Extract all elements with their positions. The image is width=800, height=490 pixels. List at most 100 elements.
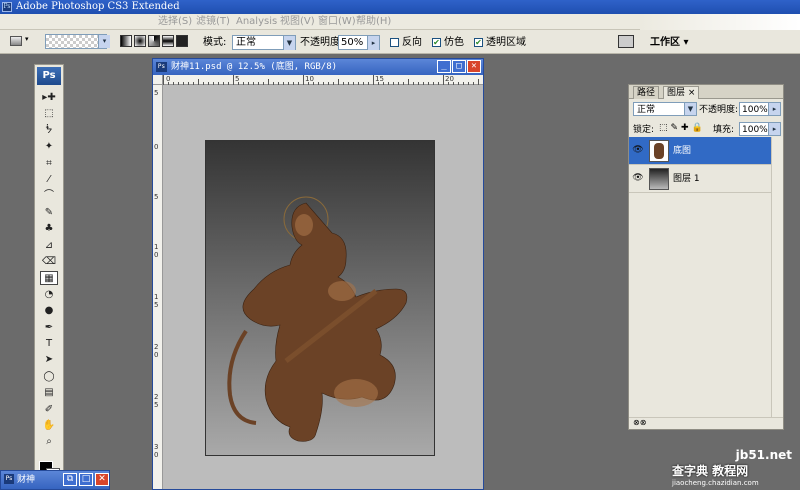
tool-icon[interactable]: ✎ <box>40 206 58 220</box>
canvas-image[interactable] <box>205 140 435 456</box>
ps-badge: Ps <box>37 67 61 85</box>
blend-mode-select[interactable]: 正常 ▼ <box>633 102 697 116</box>
menu-analysis[interactable]: Analysis <box>236 15 277 29</box>
gradient-picker-arrow-icon[interactable]: ▾ <box>98 35 110 48</box>
tool-icon[interactable]: ⬚ <box>40 107 58 121</box>
tool-icon[interactable]: ⌕ <box>40 435 58 449</box>
ruler-left-label: 5 <box>154 89 159 97</box>
ruler-left-label: 3 0 <box>154 443 159 459</box>
tool-icon[interactable]: ➤ <box>40 353 58 367</box>
tool-icon[interactable]: T <box>40 337 58 351</box>
radial-gradient-icon[interactable] <box>134 35 146 47</box>
tool-icon[interactable]: ⌫ <box>40 255 58 269</box>
photoshop-app-icon: Ps <box>2 2 12 12</box>
lock-label: 锁定: <box>633 125 655 135</box>
maximize-icon[interactable]: □ <box>79 473 93 486</box>
fill-label: 填充: <box>713 125 735 135</box>
tool-icon[interactable]: ⌒ <box>40 189 58 203</box>
tool-icon[interactable]: ✐ <box>40 403 58 417</box>
transparency-label: 透明区域 <box>486 37 526 48</box>
dither-checkbox[interactable]: ✔ <box>432 38 441 47</box>
fill-field[interactable]: 100% ▸ <box>739 122 781 136</box>
watermark-brand: 查字典 教程网 <box>672 464 749 478</box>
menu-select[interactable]: 选择(S) <box>158 15 192 29</box>
layer-opacity-field[interactable]: 100% ▸ <box>739 102 781 116</box>
tool-icon[interactable]: ᖭ <box>40 124 58 138</box>
lock-icons[interactable]: ⬚✎✚🔒 <box>659 123 706 133</box>
reflected-gradient-icon[interactable] <box>162 35 174 47</box>
menu-help[interactable]: 帮助(H) <box>356 15 391 29</box>
ruler-left-label: 1 0 <box>154 243 159 259</box>
close-icon[interactable]: ✕ <box>95 473 109 486</box>
close-icon[interactable]: ✕ <box>467 60 481 73</box>
tool-icon[interactable]: ◯ <box>40 370 58 384</box>
layers-scrollbar[interactable] <box>771 137 783 417</box>
minimize-icon[interactable]: _ <box>437 60 451 73</box>
tool-icon[interactable]: ⁄ <box>40 173 58 187</box>
opacity-field-value: 50% <box>341 37 364 48</box>
linear-gradient-icon[interactable] <box>120 35 132 47</box>
maximize-icon[interactable]: □ <box>452 60 466 73</box>
diamond-gradient-icon[interactable] <box>176 35 188 47</box>
layer-row-1[interactable]: 👁 图层 1 <box>629 165 771 193</box>
ruler-top-label: 15 <box>375 75 384 83</box>
ruler-left-label: 0 <box>154 143 159 151</box>
layer-name: 底图 <box>673 146 692 156</box>
ruler-top-label: 5 <box>235 75 240 83</box>
menu-view[interactable]: 视图(V) <box>280 15 315 29</box>
chevron-right-icon: ▸ <box>367 36 379 50</box>
document-title-bar[interactable]: Ps 财神11.psd @ 12.5% (底图, RGB/8) _ □ ✕ <box>153 59 483 75</box>
menu-window[interactable]: 窗口(W) <box>318 15 356 29</box>
ps-document-icon: Ps <box>156 62 167 72</box>
tool-icon[interactable]: ⌗ <box>40 157 58 171</box>
chevron-right-icon: ▸ <box>768 103 780 115</box>
layer-thumbnail <box>649 168 669 190</box>
palette-well-icon[interactable] <box>618 35 634 48</box>
watermark-site: jb51.net <box>735 448 792 462</box>
panel-tabs: 路径 图层 × <box>629 85 783 99</box>
mode-select[interactable]: 正常 ▼ <box>232 35 296 50</box>
minimized-document-window[interactable]: Ps 财神 ⧉ □ ✕ <box>0 470 110 490</box>
tool-icon[interactable]: ✒ <box>40 321 58 335</box>
menu-bar-fade <box>640 14 800 30</box>
tool-icon[interactable]: ▤ <box>40 386 58 400</box>
tool-icon[interactable]: ● <box>40 304 58 318</box>
workspace-menu[interactable]: 工作区 ▾ <box>650 37 689 49</box>
chevron-right-icon: ▸ <box>768 123 780 135</box>
canvas-pasteboard[interactable] <box>163 85 483 489</box>
menu-filter[interactable]: 滤镜(T) <box>196 15 230 29</box>
tab-layers[interactable]: 图层 × <box>663 86 700 99</box>
layer-thumbnail <box>649 140 669 162</box>
ps-document-icon: Ps <box>4 474 14 484</box>
tab-paths[interactable]: 路径 <box>633 86 660 99</box>
eye-icon[interactable]: 👁 <box>632 145 644 155</box>
tool-icon[interactable]: ▸✚ <box>40 91 58 105</box>
tool-icon[interactable]: ⊿ <box>40 239 58 253</box>
ruler-top: 0 5 10 15 20 <box>163 75 483 85</box>
toolbox: Ps ▸✚ ⬚ ᖭ ✦ ⌗ ⁄ ⌒ ✎ ♣ ⊿ ⌫ ▦ ◔ ● ✒ T ➤ ◯ ▤ ✐ ✋ ⌕ <box>34 64 64 484</box>
layer-opacity-label: 不透明度: <box>699 105 739 115</box>
app-title: Adobe Photoshop CS3 Extended <box>16 1 180 12</box>
opacity-field[interactable]: 50% ▸ <box>338 35 380 50</box>
menu-bar: 选择(S) 滤镜(T) Analysis 视图(V) 窗口(W) 帮助(H) <box>0 14 800 30</box>
tool-icon[interactable]: ♣ <box>40 222 58 236</box>
restore-icon[interactable]: ⧉ <box>63 473 77 486</box>
gradient-tool-preset-icon[interactable] <box>10 36 22 46</box>
preset-dropdown-arrow-icon[interactable]: ▾ <box>25 35 29 43</box>
link-layers-icon[interactable]: ⊗⊗ <box>629 417 783 429</box>
angle-gradient-icon[interactable] <box>148 35 160 47</box>
tool-icon[interactable]: ▦ <box>40 271 58 286</box>
reverse-checkbox[interactable] <box>390 38 399 47</box>
layers-panel: 路径 图层 × 正常 ▼ 不透明度: 100% ▸ 锁定: ⬚✎✚🔒 填充: 1… <box>628 84 784 430</box>
eye-icon[interactable]: 👁 <box>632 173 644 183</box>
transparency-checkbox[interactable]: ✔ <box>474 38 483 47</box>
ruler-left-label: 2 0 <box>154 343 159 359</box>
layer-row-base[interactable]: 👁 底图 <box>629 137 771 165</box>
reverse-label: 反向 <box>402 37 422 48</box>
tool-icon[interactable]: ✋ <box>40 419 58 433</box>
ruler-corner <box>153 75 163 85</box>
tool-icon[interactable]: ✦ <box>40 140 58 154</box>
watermark-url: jiaocheng.chazidian.com <box>672 479 759 487</box>
tool-icon[interactable]: ◔ <box>40 288 58 302</box>
watermark: jb51.net 查字典 教程网 jiaocheng.chazidian.com <box>672 448 800 490</box>
